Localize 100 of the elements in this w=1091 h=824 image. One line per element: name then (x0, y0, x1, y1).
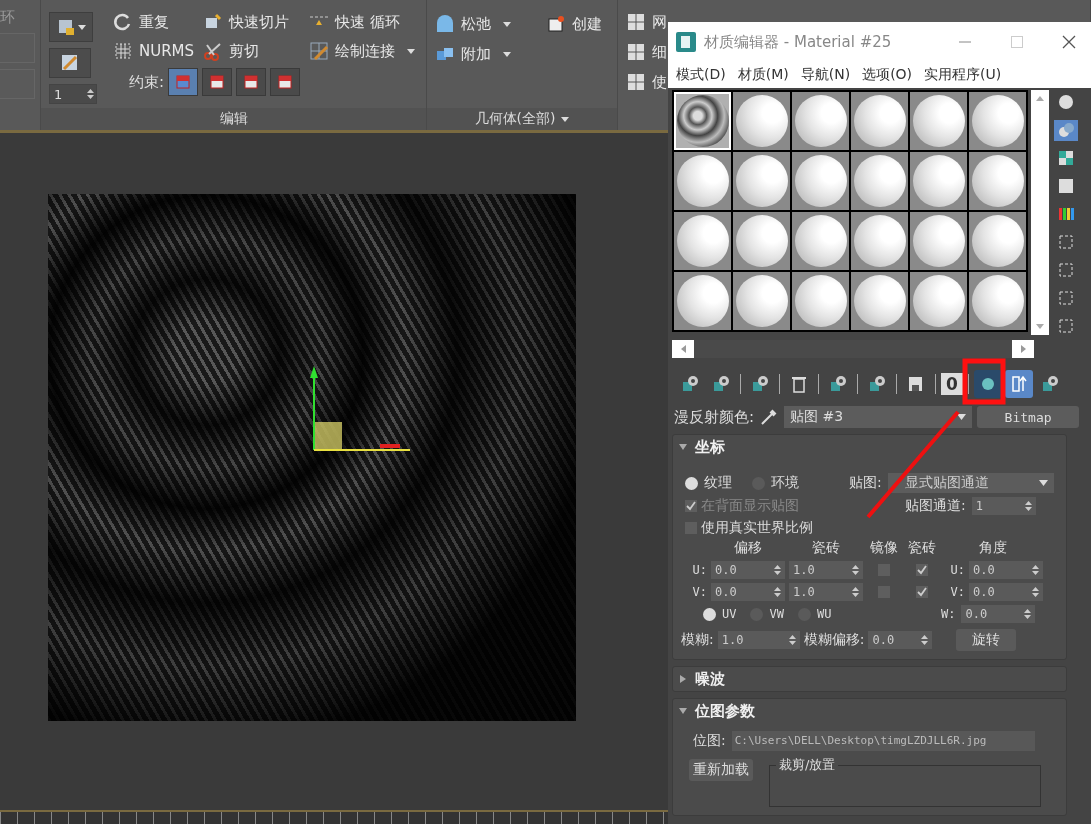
offset-spinner[interactable]: 0.0 (711, 583, 785, 601)
sphere-icon (735, 275, 788, 327)
menu-item[interactable]: 选项(O) (862, 66, 913, 84)
ribbon-tool-button[interactable]: 快速 循环 (309, 12, 400, 32)
rollout-header[interactable]: 噪波 (673, 667, 1066, 691)
number-spinner[interactable]: 1 (49, 84, 97, 104)
constraint-button[interactable] (236, 68, 267, 96)
tiling-spinner[interactable]: 1.0 (789, 561, 863, 579)
sphere-icon (794, 95, 847, 147)
up-arrow-icon[interactable] (1036, 96, 1044, 101)
angle-spinner[interactable]: 0.0 (969, 583, 1043, 601)
rollout-header[interactable]: 坐标 (673, 435, 1066, 459)
ribbon-tool-button[interactable]: 快速切片 (203, 12, 289, 32)
radio-option[interactable]: WU (797, 607, 832, 621)
annotation-box (962, 358, 1006, 405)
sphere-cube-icon (711, 374, 731, 394)
caret-icon (77, 24, 86, 30)
menu-item[interactable]: 实用程序(U) (924, 66, 1002, 84)
column-header: 瓷砖 (811, 539, 841, 557)
brush-icon (60, 53, 80, 73)
caret-icon (561, 116, 570, 122)
vertical-scrollbar[interactable] (1031, 90, 1049, 335)
rotate-button[interactable]: 旋转 (956, 629, 1017, 651)
menu-item[interactable]: 导航(N) (800, 66, 851, 84)
dashed-square-icon (1057, 288, 1075, 307)
sphere-icon (676, 275, 729, 327)
sphere-icon (971, 95, 1024, 147)
ribbon-tool-button[interactable]: 细 (626, 42, 667, 62)
offset-spinner[interactable]: 0.0 (711, 561, 785, 579)
color-bars-icon (1057, 205, 1075, 223)
map-type-button[interactable]: Bitmap (977, 406, 1080, 428)
down-arrow-icon[interactable] (1036, 324, 1044, 329)
axis-label: V: (691, 585, 707, 599)
grid-icon (626, 42, 646, 62)
caret-icon (503, 51, 511, 57)
constraint-button[interactable] (202, 68, 233, 96)
angle-spinner[interactable]: 0.0 (961, 605, 1036, 623)
axis-label: U: (949, 563, 965, 577)
spinner-arrows-icon (774, 564, 781, 576)
spinner-arrows-icon (774, 586, 781, 598)
map-channel-spinner[interactable]: 1 (971, 497, 1036, 515)
mapping-dropdown[interactable]: 显式贴图通道 (887, 473, 1054, 493)
reload-button[interactable]: 重新加载 (689, 759, 753, 781)
constraint-button[interactable] (270, 68, 301, 96)
ribbon-tool-button[interactable]: 松弛 (435, 14, 511, 34)
toolbar-button[interactable] (1005, 370, 1033, 398)
blur-offset-spinner[interactable]: 0.0 (868, 631, 933, 649)
horizontal-scrollbar[interactable] (672, 340, 1034, 358)
lock-selection-button[interactable] (49, 12, 93, 42)
bitmap-path-button[interactable]: C:\Users\DELL\Desktop\timgLZDJLL6R.jpg (731, 731, 1035, 751)
toolbar-button[interactable]: 0 (941, 373, 963, 395)
dashed-square-icon (1057, 316, 1075, 335)
ribbon-tool-button[interactable]: 使 (626, 72, 667, 92)
sphere-icon (794, 155, 847, 207)
tiling-spinner[interactable]: 1.0 (789, 583, 863, 601)
rollout-header[interactable]: 位图参数 (673, 699, 1066, 723)
map-name-dropdown[interactable]: 贴图 #3 (784, 406, 973, 428)
ribbon-tool-button[interactable]: 绘制连接 (309, 41, 415, 61)
map-channel-label: 贴图通道: (905, 497, 966, 515)
tile-checkbox[interactable] (916, 586, 928, 598)
tile-checkbox[interactable] (916, 564, 928, 576)
group-label-button[interactable]: 几何体(全部) (427, 108, 617, 130)
sphere-icon (794, 215, 847, 267)
blur-spinner[interactable]: 1.0 (717, 631, 800, 649)
ribbon-tool-button[interactable]: 网 (626, 12, 667, 32)
left-arrow-icon[interactable] (680, 345, 686, 353)
menu-item[interactable]: 材质(M) (737, 66, 789, 84)
right-arrow-icon[interactable] (1020, 345, 1026, 353)
spinner-arrows-icon (788, 634, 796, 646)
radio-option[interactable]: 环境 (752, 474, 799, 492)
menu-item[interactable]: 模式(D) (676, 66, 726, 84)
group-label: 裁剪/放置 (776, 756, 839, 774)
ribbon-label: 环 (0, 8, 15, 27)
time-ruler[interactable] (0, 810, 668, 824)
radio-option[interactable]: VW (750, 607, 784, 621)
blur-label: 模糊: (681, 631, 714, 649)
ribbon-tool-button[interactable]: 附加 (435, 44, 511, 64)
group-label: 编辑 (41, 108, 426, 130)
checkbox-option[interactable]: 使用真实世界比例 (685, 519, 813, 537)
material-slot[interactable] (674, 92, 731, 150)
sphere-cube-icon (1040, 374, 1060, 394)
spinner-arrows-icon (852, 564, 859, 576)
ribbon-tool-button[interactable]: 剪切 (203, 41, 259, 61)
constraint-label: 约束: (129, 72, 165, 92)
ribbon-tool-button[interactable]: 重复 (113, 12, 169, 32)
check-icon (686, 501, 696, 511)
sphere-cube-icon (867, 374, 887, 394)
angle-spinner[interactable]: 0.0 (969, 561, 1043, 579)
side-tool-button[interactable] (1054, 119, 1078, 141)
tool-icon (309, 41, 329, 61)
ribbon-tool-button[interactable]: 创建 (546, 14, 602, 34)
radio-option[interactable]: UV (703, 607, 737, 621)
toolbar-button[interactable] (974, 370, 1002, 398)
axis-label: U: (691, 563, 707, 577)
edit-brush-button[interactable] (49, 48, 91, 78)
column-header: 偏移 (733, 539, 763, 557)
radio-option[interactable]: 纹理 (685, 474, 732, 492)
expand-triangle-icon (679, 707, 687, 715)
ribbon-tool-button[interactable]: NURMS (113, 41, 195, 61)
window-title: 材质编辑器 - Material #25 (704, 32, 893, 52)
